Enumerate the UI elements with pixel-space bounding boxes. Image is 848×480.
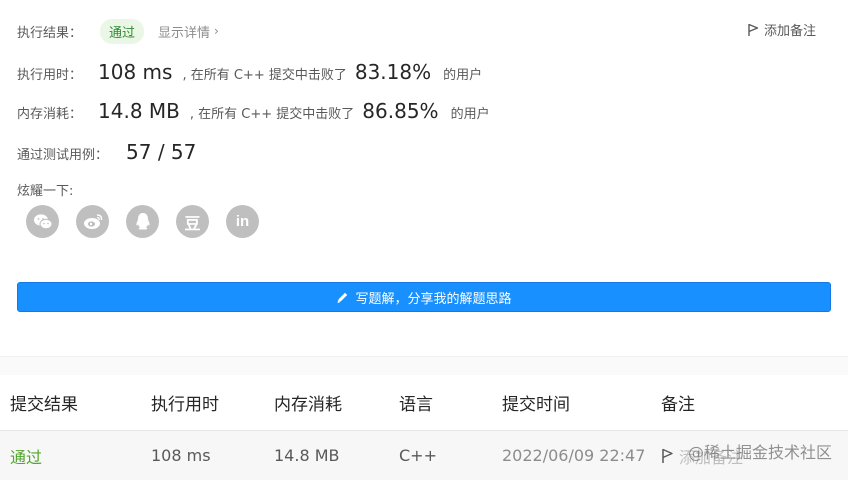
pencil-icon xyxy=(337,292,348,303)
show-details-link[interactable]: 显示详情 › xyxy=(158,22,219,41)
result-panel: 执行结果： 通过 显示详情 › 添加备注 执行用时： 108 ms , 在所有 … xyxy=(0,0,848,356)
linkedin-icon[interactable]: in xyxy=(226,205,259,238)
column-header-status: 提交结果 xyxy=(10,395,78,415)
show-details-label: 显示详情 xyxy=(158,25,211,41)
runtime-suffix: 的用户 xyxy=(443,68,483,83)
row-submit-time: 2022/06/09 22:47 xyxy=(502,446,646,465)
row-status-link[interactable]: 通过 xyxy=(10,444,42,468)
runtime-row: 执行用时： 108 ms , 在所有 C++ 提交中击败了 83.18% 的用户 xyxy=(17,60,482,84)
row-memory: 14.8 MB xyxy=(274,446,340,465)
add-note-button[interactable]: 添加备注 xyxy=(747,20,816,39)
column-header-note: 备注 xyxy=(661,395,695,415)
share-label: 炫耀一下: xyxy=(17,184,74,199)
section-divider xyxy=(0,356,848,375)
result-label: 执行结果： xyxy=(17,25,83,41)
runtime-percent: 83.18% xyxy=(354,60,432,84)
add-note-label: 添加备注 xyxy=(763,24,816,39)
column-header-runtime: 执行用时 xyxy=(151,395,219,415)
runtime-value: 108 ms xyxy=(98,60,173,84)
result-row: 执行结果： 通过 显示详情 › xyxy=(17,18,219,44)
memory-suffix: 的用户 xyxy=(450,107,490,122)
testcases-label: 通过测试用例： xyxy=(17,148,109,163)
column-header-time: 提交时间 xyxy=(502,395,570,415)
column-header-memory: 内存消耗 xyxy=(274,395,342,415)
status-badge: 通过 xyxy=(100,18,145,44)
share-icons: 豆 in xyxy=(26,205,276,238)
memory-percent: 86.85% xyxy=(362,99,439,123)
wechat-icon[interactable] xyxy=(26,205,59,238)
weibo-icon[interactable] xyxy=(76,205,109,238)
flag-icon xyxy=(748,23,759,36)
testcases-value: 57 / 57 xyxy=(126,140,197,164)
chevron-right-icon: › xyxy=(214,24,219,38)
row-runtime: 108 ms xyxy=(151,446,211,465)
flag-icon xyxy=(662,448,673,463)
douban-icon[interactable]: 豆 xyxy=(176,205,209,238)
memory-value: 14.8 MB xyxy=(98,99,180,123)
douban-glyph: 豆 xyxy=(184,213,201,233)
testcases-row: 通过测试用例： 57 / 57 xyxy=(17,140,206,164)
row-language: C++ xyxy=(399,446,437,465)
submissions-table: 提交结果 执行用时 内存消耗 语言 提交时间 备注 通过 108 ms 14.8… xyxy=(0,375,848,480)
row-add-note-label: 添加备注 xyxy=(679,447,744,467)
table-header: 提交结果 执行用时 内存消耗 语言 提交时间 备注 xyxy=(0,375,848,431)
table-row[interactable]: 通过 108 ms 14.8 MB C++ 2022/06/09 22:47 添… xyxy=(0,431,848,480)
write-solution-label: 写题解，分享我的解题思路 xyxy=(355,291,512,307)
runtime-label: 执行用时： xyxy=(17,68,83,83)
column-header-language: 语言 xyxy=(399,395,433,415)
row-add-note-button[interactable]: 添加备注 xyxy=(661,444,743,468)
linkedin-glyph: in xyxy=(235,213,250,230)
memory-label: 内存消耗： xyxy=(17,107,83,122)
memory-middle-text: , 在所有 C++ 提交中击败了 xyxy=(189,107,355,122)
runtime-middle-text: , 在所有 C++ 提交中击败了 xyxy=(182,68,347,83)
memory-row: 内存消耗： 14.8 MB , 在所有 C++ 提交中击败了 86.85% 的用… xyxy=(17,99,490,123)
qq-icon[interactable] xyxy=(126,205,159,238)
write-solution-button[interactable]: 写题解，分享我的解题思路 xyxy=(17,282,831,312)
